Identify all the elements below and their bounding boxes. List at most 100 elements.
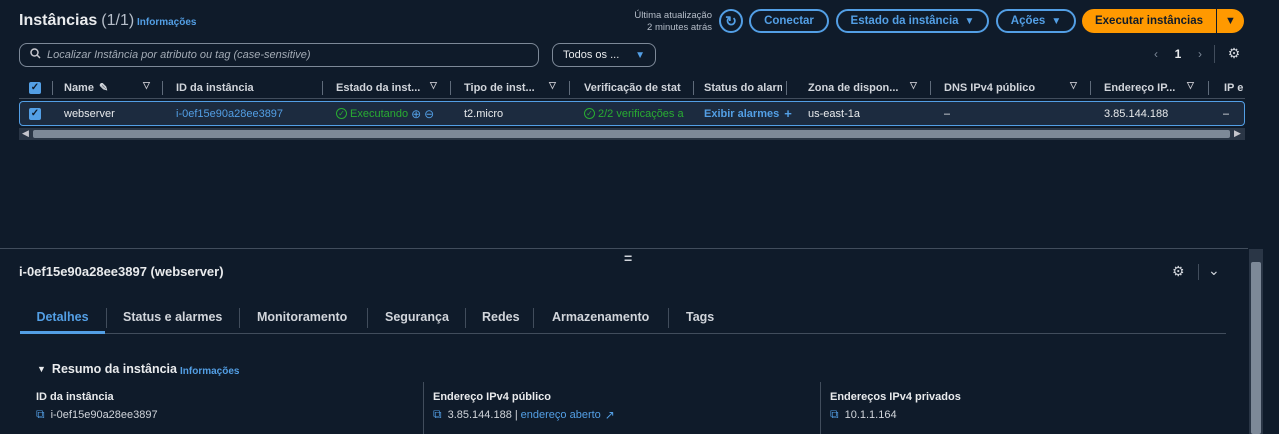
sort-icon[interactable]: ▽ — [549, 80, 556, 91]
current-page[interactable]: 1 — [1170, 45, 1186, 63]
row-public-ip: 3.85.144.188 — [1104, 107, 1169, 120]
success-icon: ✓ — [336, 108, 347, 119]
pencil-icon: ✎ — [98, 82, 109, 94]
private-ip-value: 10.1.1.164 — [844, 408, 897, 421]
tab-divider — [668, 308, 669, 328]
column-state[interactable]: Estado da inst... — [336, 77, 426, 98]
column-ip-extra[interactable]: IP e — [1224, 77, 1245, 98]
next-page-icon[interactable]: › — [1192, 45, 1208, 63]
instance-state-button[interactable]: Estado da instância ▼ — [836, 9, 989, 33]
scrollbar-thumb[interactable] — [1251, 262, 1261, 434]
gear-icon[interactable]: ⚙ — [1172, 263, 1185, 280]
tab-divider — [106, 308, 107, 328]
success-icon: ✓ — [584, 108, 595, 119]
search-input[interactable]: Localizar Instância por atributo ou tag … — [19, 43, 539, 67]
connect-button[interactable]: Conectar — [749, 9, 829, 33]
last-update-label: Última atualização — [634, 10, 712, 21]
view-alarms-link[interactable]: Exibir alarmes + — [704, 102, 792, 125]
column-public-ip[interactable]: Endereço IP... — [1104, 77, 1182, 98]
gear-icon[interactable]: ⚙ — [1224, 43, 1244, 63]
column-dns[interactable]: DNS IPv4 público — [944, 77, 1064, 98]
chevron-down-icon[interactable]: ⌄ — [1208, 262, 1220, 279]
private-ip-label: Endereços IPv4 privados — [830, 391, 961, 403]
detail-tabs: Detalhes Status e alarmes Monitoramento … — [20, 302, 1226, 334]
scroll-left-icon[interactable]: ◀ — [22, 128, 29, 139]
column-divider — [322, 81, 323, 95]
instance-count: (1/1) — [101, 12, 135, 29]
scroll-right-icon[interactable]: ▶ — [1234, 128, 1241, 139]
previous-page-icon[interactable]: ‹ — [1148, 45, 1164, 63]
column-instance-id[interactable]: ID da instância — [176, 77, 254, 98]
copy-icon[interactable]: ⧉ — [36, 407, 45, 422]
column-status-check[interactable]: Verificação de stat — [584, 77, 691, 98]
open-address-link[interactable]: endereço aberto — [521, 409, 601, 421]
tab-tags[interactable]: Tags — [686, 302, 714, 332]
column-az-label: Zona de dispon... — [808, 81, 899, 94]
column-state-label: Estado da inst... — [336, 81, 421, 94]
column-divider — [820, 382, 821, 434]
drag-handle-icon[interactable]: = — [624, 250, 632, 266]
divider — [1198, 264, 1199, 280]
sort-icon[interactable]: ▽ — [430, 80, 437, 91]
scrollbar-thumb[interactable] — [33, 130, 1230, 138]
sort-icon[interactable]: ▽ — [143, 80, 150, 91]
public-ip-separator: | — [514, 408, 518, 421]
sort-icon[interactable]: ▽ — [1187, 80, 1194, 91]
plus-icon[interactable]: + — [784, 106, 792, 121]
column-alarm-status-label: Status do alarm — [704, 81, 782, 94]
actions-button[interactable]: Ações ▼ — [996, 9, 1076, 33]
column-public-ip-label: Endereço IP... — [1104, 81, 1176, 94]
column-dns-label: DNS IPv4 público — [944, 81, 1036, 94]
public-ip-value: 3.85.144.188 — [447, 408, 512, 421]
page-title-text: Instâncias — [19, 12, 98, 29]
external-link-icon[interactable]: ↗ — [605, 408, 615, 422]
panel-divider[interactable] — [0, 248, 1248, 249]
view-alarms-label: Exibir alarmes — [704, 107, 780, 120]
instance-summary-toggle[interactable]: ▼ Resumo da instância — [37, 362, 177, 376]
launch-instances-button[interactable]: Executar instâncias — [1082, 9, 1216, 33]
tab-divider — [465, 308, 466, 328]
zoom-out-icon[interactable]: ⊖ — [424, 107, 434, 121]
summary-info-link[interactable]: Informações — [180, 366, 239, 377]
tab-monitoring[interactable]: Monitoramento — [257, 302, 347, 332]
tab-networking[interactable]: Redes — [482, 302, 520, 332]
zoom-in-icon[interactable]: ⊕ — [411, 107, 421, 121]
copy-icon[interactable]: ⧉ — [433, 407, 442, 422]
last-update-time: 2 minutes atrás — [647, 22, 712, 33]
tab-divider — [533, 308, 534, 328]
row-state: ✓ Executando ⊕ ⊖ — [336, 102, 434, 125]
launch-dropdown-button[interactable]: ▼ — [1217, 9, 1244, 33]
sort-icon[interactable]: ▽ — [910, 80, 917, 91]
field-private-ip: Endereços IPv4 privados ⧉ 10.1.1.164 — [830, 391, 961, 422]
tab-storage[interactable]: Armazenamento — [552, 302, 649, 332]
row-instance-id-link[interactable]: i-0ef15e90a28ee3897 — [176, 102, 283, 125]
launch-label: Executar instâncias — [1094, 15, 1204, 27]
divider — [1214, 45, 1215, 63]
refresh-button[interactable]: ↻ — [719, 9, 743, 33]
tab-security[interactable]: Segurança — [385, 302, 449, 332]
tab-status-alarms[interactable]: Status e alarmes — [123, 302, 222, 332]
copy-icon[interactable]: ⧉ — [830, 407, 839, 422]
table-row[interactable]: ✓ webserver i-0ef15e90a28ee3897 ✓ Executa… — [19, 101, 1245, 126]
column-divider — [930, 81, 931, 95]
checkbox-checked-icon: ✓ — [29, 81, 41, 94]
column-alarm-status[interactable]: Status do alarm — [704, 77, 782, 98]
caret-down-icon: ▼ — [964, 15, 975, 27]
row-name: webserver — [64, 107, 115, 120]
info-link[interactable]: Informações — [137, 17, 196, 28]
select-all-checkbox[interactable]: ✓ — [29, 77, 41, 98]
row-ip-extra: – — [1223, 107, 1230, 120]
column-divider — [52, 81, 53, 95]
field-instance-id: ID da instância ⧉ i-0ef15e90a28ee3897 — [36, 391, 158, 422]
column-divider — [450, 81, 451, 95]
column-type[interactable]: Tipo de inst... — [464, 77, 540, 98]
column-az[interactable]: Zona de dispon... — [808, 77, 904, 98]
row-checkbox[interactable]: ✓ — [29, 102, 41, 125]
checkbox-checked-icon: ✓ — [29, 107, 41, 120]
column-ip-extra-label: IP e — [1224, 81, 1244, 94]
state-filter-select[interactable]: Todos os ... ▼ — [552, 43, 656, 67]
column-divider — [569, 81, 570, 95]
tab-details[interactable]: Detalhes — [20, 302, 105, 334]
column-name[interactable]: Name ✎ — [64, 77, 108, 98]
sort-icon[interactable]: ▽ — [1070, 80, 1077, 91]
